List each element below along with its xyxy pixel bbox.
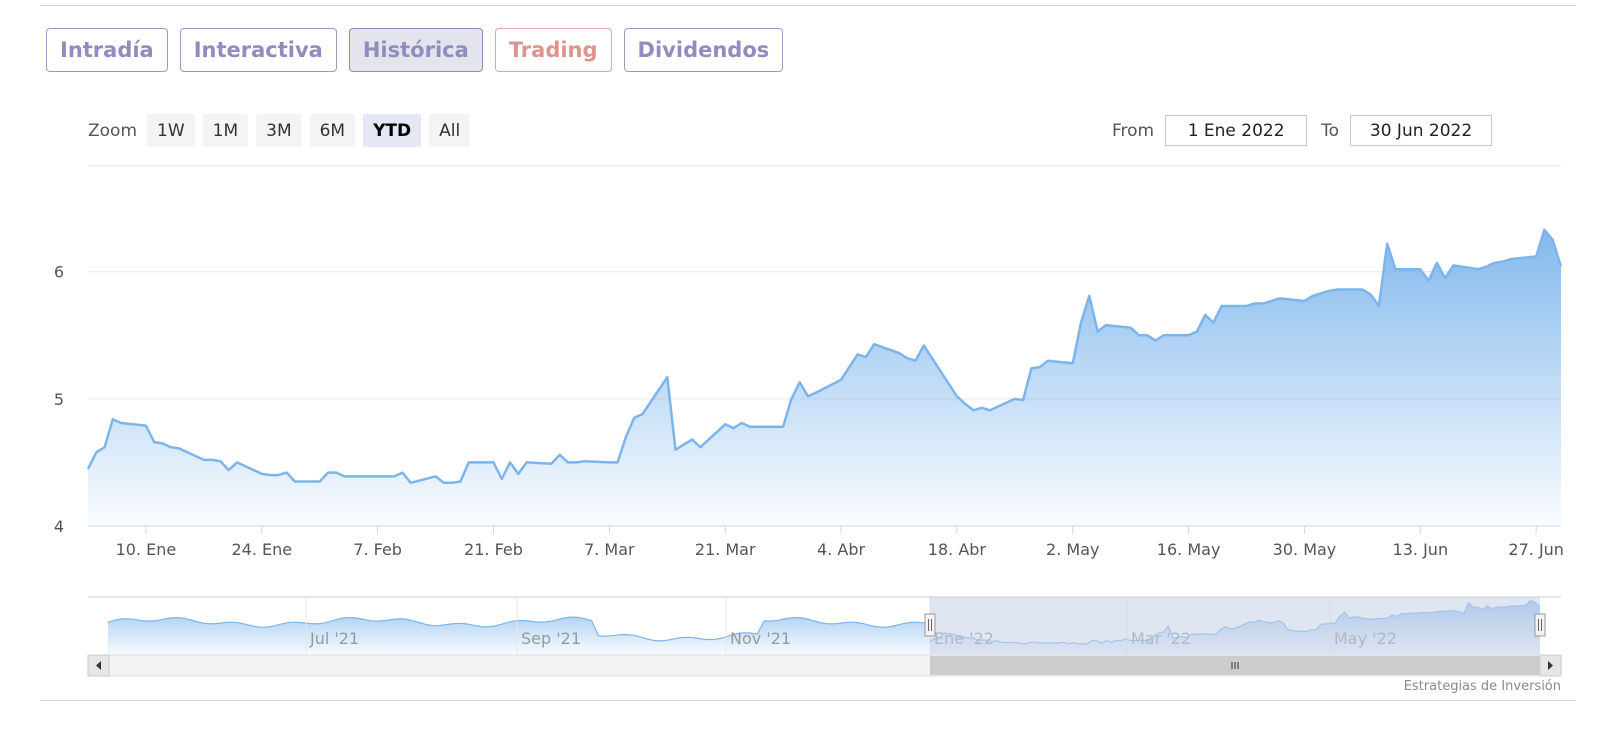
- x-tick-label: 13. Jun: [1393, 540, 1449, 559]
- handle-body: [924, 613, 936, 637]
- x-tick-label: 21. Mar: [695, 540, 756, 559]
- x-tick-label: 27. Jun: [1508, 540, 1564, 559]
- y-tick-label: 6: [54, 263, 64, 282]
- y-tick-label: 4: [54, 517, 64, 536]
- handle-body: [1534, 613, 1546, 637]
- navigator-label: Sep '21: [521, 629, 581, 648]
- x-tick-label: 16. May: [1157, 540, 1221, 559]
- y-tick-label: 5: [54, 390, 64, 409]
- x-tick-label: 2. May: [1046, 540, 1099, 559]
- navigator-label: Jul '21: [309, 629, 359, 648]
- navigator-right-handle[interactable]: [1534, 613, 1546, 637]
- x-tick-label: 4. Abr: [817, 540, 865, 559]
- x-tick-label: 7. Feb: [353, 540, 402, 559]
- x-tick-label: 21. Feb: [464, 540, 523, 559]
- navigator-left-handle[interactable]: [924, 613, 936, 637]
- navigator-selection: [930, 597, 1540, 655]
- scroll-left-button[interactable]: [87, 654, 110, 677]
- x-tick-label: 7. Mar: [584, 540, 635, 559]
- navigator-label: Nov '21: [730, 629, 791, 648]
- x-tick-label: 10. Ene: [116, 540, 177, 559]
- scroll-right-button[interactable]: [1539, 654, 1562, 677]
- bottom-divider: [40, 700, 1576, 701]
- price-chart: 4 5 6 10. Ene 24. Ene 7. Feb 21. Feb 7. Mar 21. …: [54, 165, 1564, 677]
- x-tick-label: 24. Ene: [231, 540, 292, 559]
- x-tick-label: 30. May: [1273, 540, 1337, 559]
- x-tick-label: 18. Abr: [928, 540, 987, 559]
- credit-label: Estrategias de Inversión: [1403, 679, 1561, 694]
